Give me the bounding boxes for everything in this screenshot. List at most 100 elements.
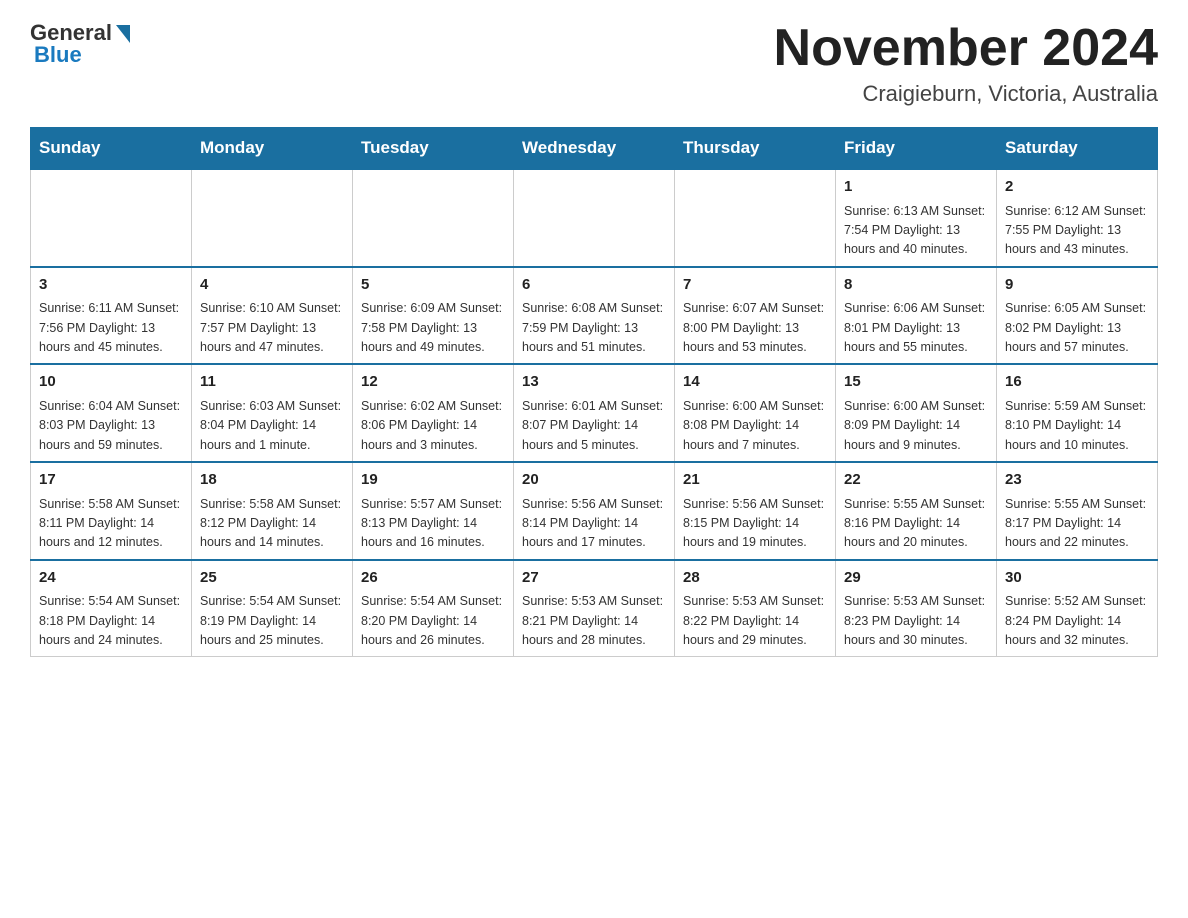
day-number: 30 [1005, 567, 1149, 590]
day-info: Sunrise: 5:53 AM Sunset: 8:21 PM Dayligh… [522, 592, 666, 650]
col-header-sunday: Sunday [31, 128, 192, 170]
day-number: 10 [39, 371, 183, 394]
calendar-cell: 22Sunrise: 5:55 AM Sunset: 8:16 PM Dayli… [836, 462, 997, 560]
calendar-cell: 29Sunrise: 5:53 AM Sunset: 8:23 PM Dayli… [836, 560, 997, 657]
calendar-cell: 1 Sunrise: 6:13 AM Sunset: 7:54 PM Daylig… [836, 169, 997, 267]
calendar-cell: 3Sunrise: 6:11 AM Sunset: 7:56 PM Daylig… [31, 267, 192, 365]
day-number: 17 [39, 469, 183, 492]
day-info: Sunrise: 6:11 AM Sunset: 7:56 PM Dayligh… [39, 299, 183, 357]
day-info: Sunrise: 6:00 AM Sunset: 8:09 PM Dayligh… [844, 397, 988, 455]
month-title: November 2024 [774, 20, 1158, 77]
day-number: 18 [200, 469, 344, 492]
day-number: 1 [844, 176, 988, 199]
day-number: 29 [844, 567, 988, 590]
week-row-3: 10 Sunrise: 6:04 AM Sunset: 8:03 PM Dayli… [31, 364, 1158, 462]
calendar-cell: 27Sunrise: 5:53 AM Sunset: 8:21 PM Dayli… [514, 560, 675, 657]
col-header-thursday: Thursday [675, 128, 836, 170]
logo-blue-text: Blue [30, 42, 82, 68]
day-number: 2 [1005, 176, 1149, 199]
day-info: Sunrise: 6:02 AM Sunset: 8:06 PM Dayligh… [361, 397, 505, 455]
day-number: 5 [361, 274, 505, 297]
day-info: Sunrise: 6:12 AM Sunset: 7:55 PM Dayligh… [1005, 202, 1149, 260]
week-row-5: 24Sunrise: 5:54 AM Sunset: 8:18 PM Dayli… [31, 560, 1158, 657]
day-number: 9 [1005, 274, 1149, 297]
calendar-cell: 14Sunrise: 6:00 AM Sunset: 8:08 PM Dayli… [675, 364, 836, 462]
day-info: Sunrise: 6:08 AM Sunset: 7:59 PM Dayligh… [522, 299, 666, 357]
calendar-header-row: SundayMondayTuesdayWednesdayThursdayFrid… [31, 128, 1158, 170]
day-number: 15 [844, 371, 988, 394]
day-info: Sunrise: 6:09 AM Sunset: 7:58 PM Dayligh… [361, 299, 505, 357]
calendar-cell [31, 169, 192, 267]
calendar-cell: 23Sunrise: 5:55 AM Sunset: 8:17 PM Dayli… [997, 462, 1158, 560]
col-header-tuesday: Tuesday [353, 128, 514, 170]
day-info: Sunrise: 6:13 AM Sunset: 7:54 PM Dayligh… [844, 202, 988, 260]
calendar-cell: 4Sunrise: 6:10 AM Sunset: 7:57 PM Daylig… [192, 267, 353, 365]
week-row-4: 17Sunrise: 5:58 AM Sunset: 8:11 PM Dayli… [31, 462, 1158, 560]
day-info: Sunrise: 5:53 AM Sunset: 8:22 PM Dayligh… [683, 592, 827, 650]
logo: General Blue [30, 20, 130, 68]
calendar-cell: 30Sunrise: 5:52 AM Sunset: 8:24 PM Dayli… [997, 560, 1158, 657]
calendar-cell: 24Sunrise: 5:54 AM Sunset: 8:18 PM Dayli… [31, 560, 192, 657]
day-info: Sunrise: 5:57 AM Sunset: 8:13 PM Dayligh… [361, 495, 505, 553]
day-info: Sunrise: 5:54 AM Sunset: 8:19 PM Dayligh… [200, 592, 344, 650]
day-info: Sunrise: 6:10 AM Sunset: 7:57 PM Dayligh… [200, 299, 344, 357]
day-info: Sunrise: 5:56 AM Sunset: 8:14 PM Dayligh… [522, 495, 666, 553]
day-number: 21 [683, 469, 827, 492]
day-info: Sunrise: 6:07 AM Sunset: 8:00 PM Dayligh… [683, 299, 827, 357]
day-number: 3 [39, 274, 183, 297]
calendar-cell [514, 169, 675, 267]
day-number: 11 [200, 371, 344, 394]
title-block: November 2024 Craigieburn, Victoria, Aus… [774, 20, 1158, 107]
calendar-cell: 18 Sunrise: 5:58 AM Sunset: 8:12 PM Dayli… [192, 462, 353, 560]
week-row-2: 3Sunrise: 6:11 AM Sunset: 7:56 PM Daylig… [31, 267, 1158, 365]
page-header: General Blue November 2024 Craigieburn, … [30, 20, 1158, 107]
day-info: Sunrise: 6:01 AM Sunset: 8:07 PM Dayligh… [522, 397, 666, 455]
day-number: 20 [522, 469, 666, 492]
day-info: Sunrise: 6:04 AM Sunset: 8:03 PM Dayligh… [39, 397, 183, 455]
day-number: 4 [200, 274, 344, 297]
day-info: Sunrise: 5:55 AM Sunset: 8:16 PM Dayligh… [844, 495, 988, 553]
calendar-cell: 25Sunrise: 5:54 AM Sunset: 8:19 PM Dayli… [192, 560, 353, 657]
calendar-cell [192, 169, 353, 267]
calendar-cell [353, 169, 514, 267]
day-number: 14 [683, 371, 827, 394]
day-number: 13 [522, 371, 666, 394]
day-number: 12 [361, 371, 505, 394]
logo-triangle-icon [116, 25, 130, 43]
calendar-cell: 28Sunrise: 5:53 AM Sunset: 8:22 PM Dayli… [675, 560, 836, 657]
day-info: Sunrise: 6:03 AM Sunset: 8:04 PM Dayligh… [200, 397, 344, 455]
week-row-1: 1 Sunrise: 6:13 AM Sunset: 7:54 PM Daylig… [31, 169, 1158, 267]
col-header-monday: Monday [192, 128, 353, 170]
calendar-cell: 17Sunrise: 5:58 AM Sunset: 8:11 PM Dayli… [31, 462, 192, 560]
calendar-table: SundayMondayTuesdayWednesdayThursdayFrid… [30, 127, 1158, 657]
calendar-cell: 16 Sunrise: 5:59 AM Sunset: 8:10 PM Dayli… [997, 364, 1158, 462]
day-number: 16 [1005, 371, 1149, 394]
calendar-cell: 15 Sunrise: 6:00 AM Sunset: 8:09 PM Dayli… [836, 364, 997, 462]
calendar-cell: 7Sunrise: 6:07 AM Sunset: 8:00 PM Daylig… [675, 267, 836, 365]
calendar-cell: 12 Sunrise: 6:02 AM Sunset: 8:06 PM Dayli… [353, 364, 514, 462]
day-number: 19 [361, 469, 505, 492]
day-info: Sunrise: 5:58 AM Sunset: 8:12 PM Dayligh… [200, 495, 344, 553]
day-number: 7 [683, 274, 827, 297]
day-info: Sunrise: 5:54 AM Sunset: 8:18 PM Dayligh… [39, 592, 183, 650]
calendar-cell: 6Sunrise: 6:08 AM Sunset: 7:59 PM Daylig… [514, 267, 675, 365]
calendar-cell: 19 Sunrise: 5:57 AM Sunset: 8:13 PM Dayli… [353, 462, 514, 560]
day-info: Sunrise: 5:59 AM Sunset: 8:10 PM Dayligh… [1005, 397, 1149, 455]
calendar-cell: 5Sunrise: 6:09 AM Sunset: 7:58 PM Daylig… [353, 267, 514, 365]
calendar-cell: 9Sunrise: 6:05 AM Sunset: 8:02 PM Daylig… [997, 267, 1158, 365]
calendar-cell: 20 Sunrise: 5:56 AM Sunset: 8:14 PM Dayli… [514, 462, 675, 560]
calendar-cell: 8Sunrise: 6:06 AM Sunset: 8:01 PM Daylig… [836, 267, 997, 365]
col-header-saturday: Saturday [997, 128, 1158, 170]
calendar-cell: 11 Sunrise: 6:03 AM Sunset: 8:04 PM Dayli… [192, 364, 353, 462]
day-number: 27 [522, 567, 666, 590]
day-info: Sunrise: 5:55 AM Sunset: 8:17 PM Dayligh… [1005, 495, 1149, 553]
day-info: Sunrise: 6:05 AM Sunset: 8:02 PM Dayligh… [1005, 299, 1149, 357]
day-info: Sunrise: 5:54 AM Sunset: 8:20 PM Dayligh… [361, 592, 505, 650]
day-number: 25 [200, 567, 344, 590]
day-info: Sunrise: 5:53 AM Sunset: 8:23 PM Dayligh… [844, 592, 988, 650]
day-number: 24 [39, 567, 183, 590]
calendar-cell: 26Sunrise: 5:54 AM Sunset: 8:20 PM Dayli… [353, 560, 514, 657]
day-number: 6 [522, 274, 666, 297]
col-header-friday: Friday [836, 128, 997, 170]
calendar-cell: 21Sunrise: 5:56 AM Sunset: 8:15 PM Dayli… [675, 462, 836, 560]
